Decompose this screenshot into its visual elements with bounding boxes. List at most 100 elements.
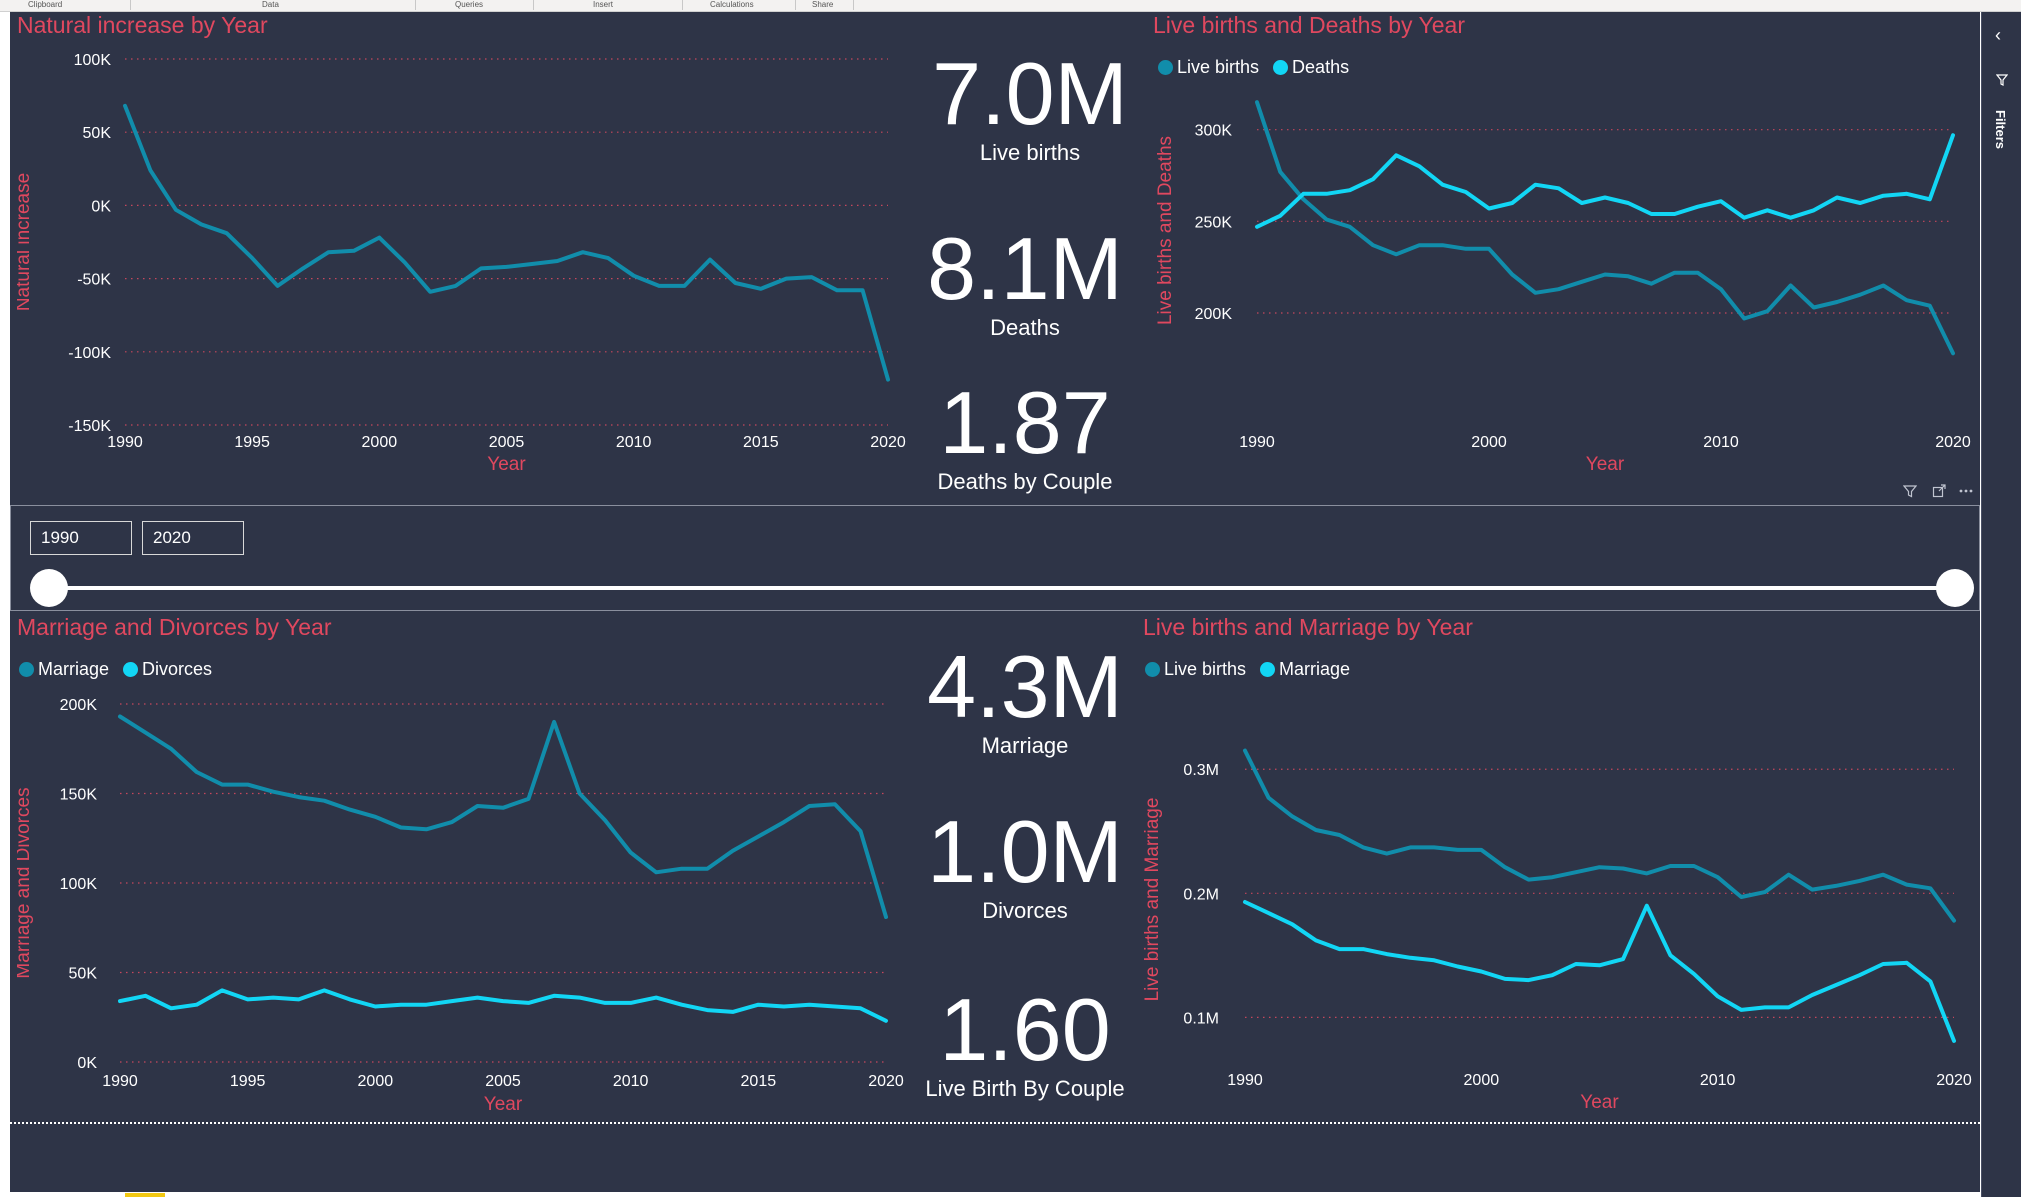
slicer-end-input[interactable]: 2020	[142, 521, 244, 555]
births-deaths-plot: 300K250K200K1990 2000 2010 2020YearLive bir…	[1155, 100, 1971, 475]
series-line	[1255, 133, 1955, 229]
kpi-value: 1.60	[939, 980, 1111, 1079]
more-options-icon[interactable]	[1958, 484, 1974, 498]
births-marriage-chart[interactable]: Live births and Marriage by Year Live bi…	[1143, 614, 1978, 1114]
series-line	[123, 103, 890, 382]
x-tick-label: 2010	[613, 1073, 649, 1090]
y-tick-label: 0K	[77, 1055, 97, 1072]
filters-pane-label[interactable]: Filters	[1993, 110, 2008, 149]
kpi-card-marriage[interactable]: 4.3M Marriage	[890, 641, 1160, 759]
x-tick-label: 1990	[1227, 1072, 1263, 1089]
y-tick-label: 250K	[1195, 214, 1233, 231]
slicer-start-input[interactable]: 1990	[30, 521, 132, 555]
y-tick-label: -150K	[68, 418, 111, 435]
funnel-icon	[1996, 74, 2008, 86]
kpi-card-live-births[interactable]: 7.0M Live births	[895, 48, 1165, 166]
x-tick-label: 2000	[358, 1073, 394, 1090]
x-tick-label: 2010	[1703, 434, 1739, 451]
kpi-label: Deaths	[990, 315, 1060, 340]
x-tick-label: 2010	[1700, 1072, 1736, 1089]
y-tick-label: 300K	[1195, 123, 1233, 140]
x-tick-label: 2000	[362, 434, 398, 451]
births-marriage-plot: 0.3M0.2M0.1M1990 2000 2010 2020YearLive bir…	[1143, 748, 1972, 1113]
kpi-label: Live Birth By Couple	[925, 1076, 1125, 1101]
y-tick-label: 200K	[60, 697, 98, 714]
x-axis-title: Year	[484, 1094, 523, 1114]
ribbon-separator	[795, 0, 796, 10]
page-tab-indicator	[125, 1193, 165, 1197]
marriage-divorces-chart[interactable]: Marriage and Divorces by Year Marriage D…	[17, 614, 917, 1114]
x-tick-label: 1990	[107, 434, 143, 451]
x-axis-title: Year	[487, 454, 526, 475]
y-tick-label: 0.1M	[1183, 1010, 1219, 1027]
focus-mode-icon[interactable]	[1932, 484, 1946, 498]
ribbon-tab-insert[interactable]: Insert	[593, 0, 613, 9]
ribbon-separator	[853, 0, 854, 10]
x-tick-label: 2005	[489, 434, 525, 451]
y-tick-label: 150K	[60, 787, 98, 804]
series-line	[1255, 100, 1955, 356]
kpi-label: Marriage	[981, 733, 1069, 758]
x-tick-label: 2000	[1471, 434, 1507, 451]
y-axis-title: Marriage and Divorces	[17, 787, 34, 978]
ribbon-separator	[533, 0, 534, 10]
y-tick-label: 50K	[69, 966, 98, 983]
marriage-divorces-plot: 200K 150K 100K 50K 0K 1990 1995 2000 2005 2010 201…	[17, 697, 904, 1114]
kpi-card-deaths-by-couple[interactable]: 1.87 Deaths by Couple	[890, 377, 1160, 495]
ribbon-tab-calculations[interactable]: Calculations	[710, 0, 754, 9]
kpi-label: Live births	[979, 140, 1081, 165]
x-tick-label: 2015	[741, 1073, 777, 1090]
filters-pane[interactable]: ‹ Filters	[1981, 12, 2021, 1197]
x-tick-label: 2015	[743, 434, 779, 451]
kpi-value: 1.87	[939, 373, 1111, 472]
y-tick-label: 100K	[60, 876, 98, 893]
ribbon-tab-queries[interactable]: Queries	[455, 0, 483, 9]
y-tick-label: -100K	[68, 345, 111, 362]
x-tick-label: 2000	[1464, 1072, 1500, 1089]
y-tick-label: 50K	[83, 125, 112, 142]
x-axis-title: Year	[1586, 454, 1625, 475]
x-tick-label: 2020	[1935, 434, 1971, 451]
x-tick-label: 1990	[102, 1073, 138, 1090]
births-deaths-chart[interactable]: Live births and Deaths by Year Live birt…	[1153, 12, 1978, 482]
y-tick-label: 0.2M	[1183, 886, 1219, 903]
ribbon-tab-data[interactable]: Data	[262, 0, 279, 9]
kpi-value: 7.0M	[932, 44, 1128, 143]
slicer-end-handle[interactable]	[1936, 569, 1974, 607]
ribbon-separator	[682, 0, 683, 10]
section-divider	[10, 1122, 1980, 1124]
kpi-value: 8.1M	[927, 219, 1123, 318]
natural-increase-chart[interactable]: Natural increase by Year 100K 50K 0K -50K -1…	[17, 12, 917, 482]
chevron-left-icon[interactable]: ‹	[1995, 26, 2001, 44]
ribbon-tab-clipboard[interactable]: Clipboard	[28, 0, 62, 9]
y-tick-label: 0K	[91, 198, 111, 215]
ribbon: Clipboard Data Queries Insert Calculatio…	[0, 0, 2021, 12]
kpi-value: 1.0M	[927, 802, 1123, 901]
series-line	[118, 988, 888, 1023]
kpi-card-live-birth-by-couple[interactable]: 1.60 Live Birth By Couple	[890, 984, 1160, 1102]
year-range-slicer[interactable]: 1990 2020	[10, 505, 1980, 611]
slicer-start-handle[interactable]	[30, 569, 68, 607]
kpi-card-deaths[interactable]: 8.1M Deaths	[890, 223, 1160, 341]
slicer-track[interactable]	[49, 586, 1944, 590]
kpi-card-divorces[interactable]: 1.0M Divorces	[890, 806, 1160, 924]
filter-icon[interactable]	[1903, 484, 1917, 498]
x-tick-label: 2010	[616, 434, 652, 451]
x-tick-label: 2005	[485, 1073, 521, 1090]
ribbon-separator	[130, 0, 131, 10]
y-tick-label: 0.3M	[1183, 762, 1219, 779]
natural-increase-plot: 100K 50K 0K -50K -100K -150K1990 1995 2000 2005 2…	[17, 52, 906, 475]
x-tick-label: 2020	[1936, 1072, 1972, 1089]
y-tick-label: -50K	[77, 272, 111, 289]
x-tick-label: 1990	[1239, 434, 1275, 451]
series-line	[1243, 748, 1956, 923]
y-axis-title: Natural increase	[17, 173, 34, 311]
kpi-value: 4.3M	[927, 637, 1123, 736]
x-tick-label: 1995	[230, 1073, 266, 1090]
kpi-label: Deaths by Couple	[937, 469, 1113, 494]
ribbon-tab-share[interactable]: Share	[812, 0, 833, 9]
x-axis-title: Year	[1580, 1092, 1619, 1113]
y-tick-label: 200K	[1195, 306, 1233, 323]
series-line	[1243, 900, 1956, 1043]
kpi-label: Divorces	[982, 898, 1068, 923]
